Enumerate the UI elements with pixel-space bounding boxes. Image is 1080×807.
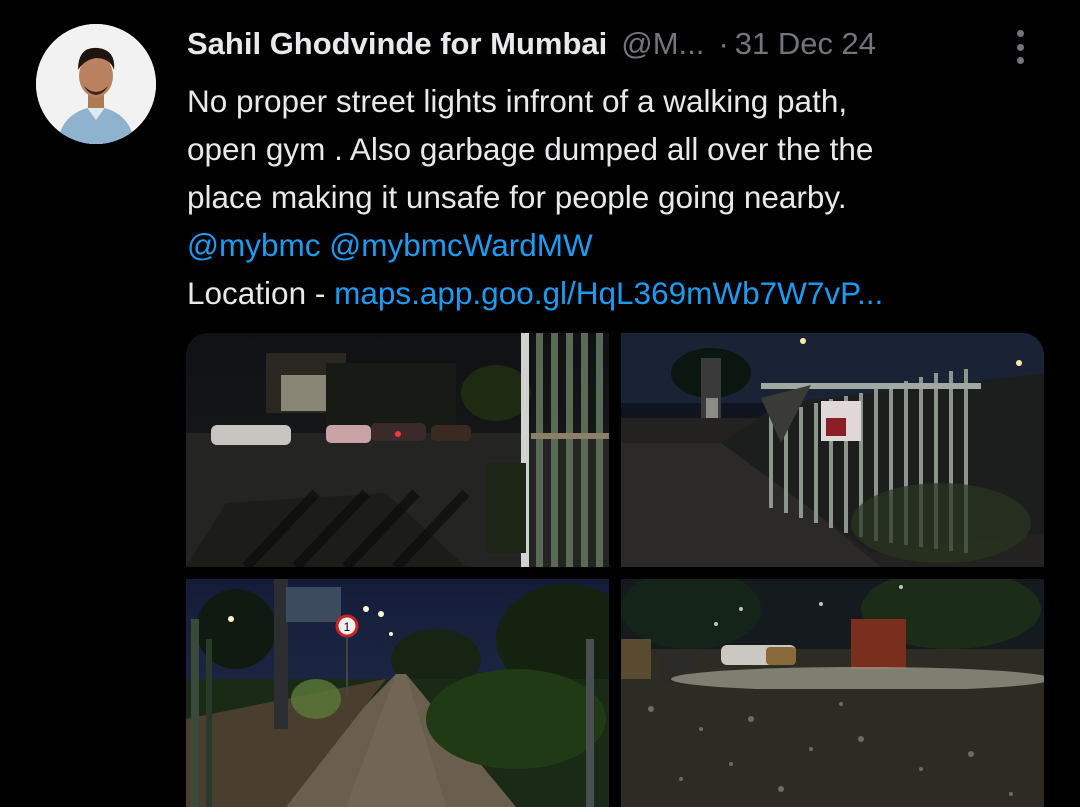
mentions-link[interactable]: @mybmc @mybmcWardMW	[187, 221, 1047, 269]
tweet-date[interactable]: 31 Dec 24	[735, 26, 876, 62]
author-handle[interactable]: @M...	[621, 26, 704, 62]
photo-1[interactable]	[186, 333, 609, 567]
avatar[interactable]	[36, 24, 156, 144]
location-line: Location - maps.app.goo.gl/HqL369mWb7W7v…	[187, 269, 1047, 317]
photo-4[interactable]	[621, 579, 1044, 807]
photo-2[interactable]	[621, 333, 1044, 567]
more-options-icon[interactable]	[1005, 26, 1035, 68]
tweet-text: No proper street lights infront of a wal…	[187, 77, 1047, 317]
traffic-sign-number: 1	[344, 620, 351, 634]
avatar-image	[36, 24, 156, 144]
separator-dot: ·	[718, 26, 729, 61]
tweet-header: Sahil Ghodvinde for Mumbai @M... · 31 De…	[187, 22, 1080, 66]
location-link[interactable]: maps.app.goo.gl/HqL369mWb7W7vP...	[334, 275, 883, 311]
tweet-text-line: No proper street lights infront of a wal…	[187, 83, 848, 119]
location-label: Location -	[187, 275, 335, 311]
tweet-text-line: place making it unsafe for people going …	[187, 179, 847, 215]
photo-3[interactable]: 1	[186, 579, 609, 807]
tweet-text-line: open gym . Also garbage dumped all over …	[187, 131, 874, 167]
media-grid: 1	[186, 333, 1044, 807]
author-name[interactable]: Sahil Ghodvinde for Mumbai	[187, 26, 607, 62]
